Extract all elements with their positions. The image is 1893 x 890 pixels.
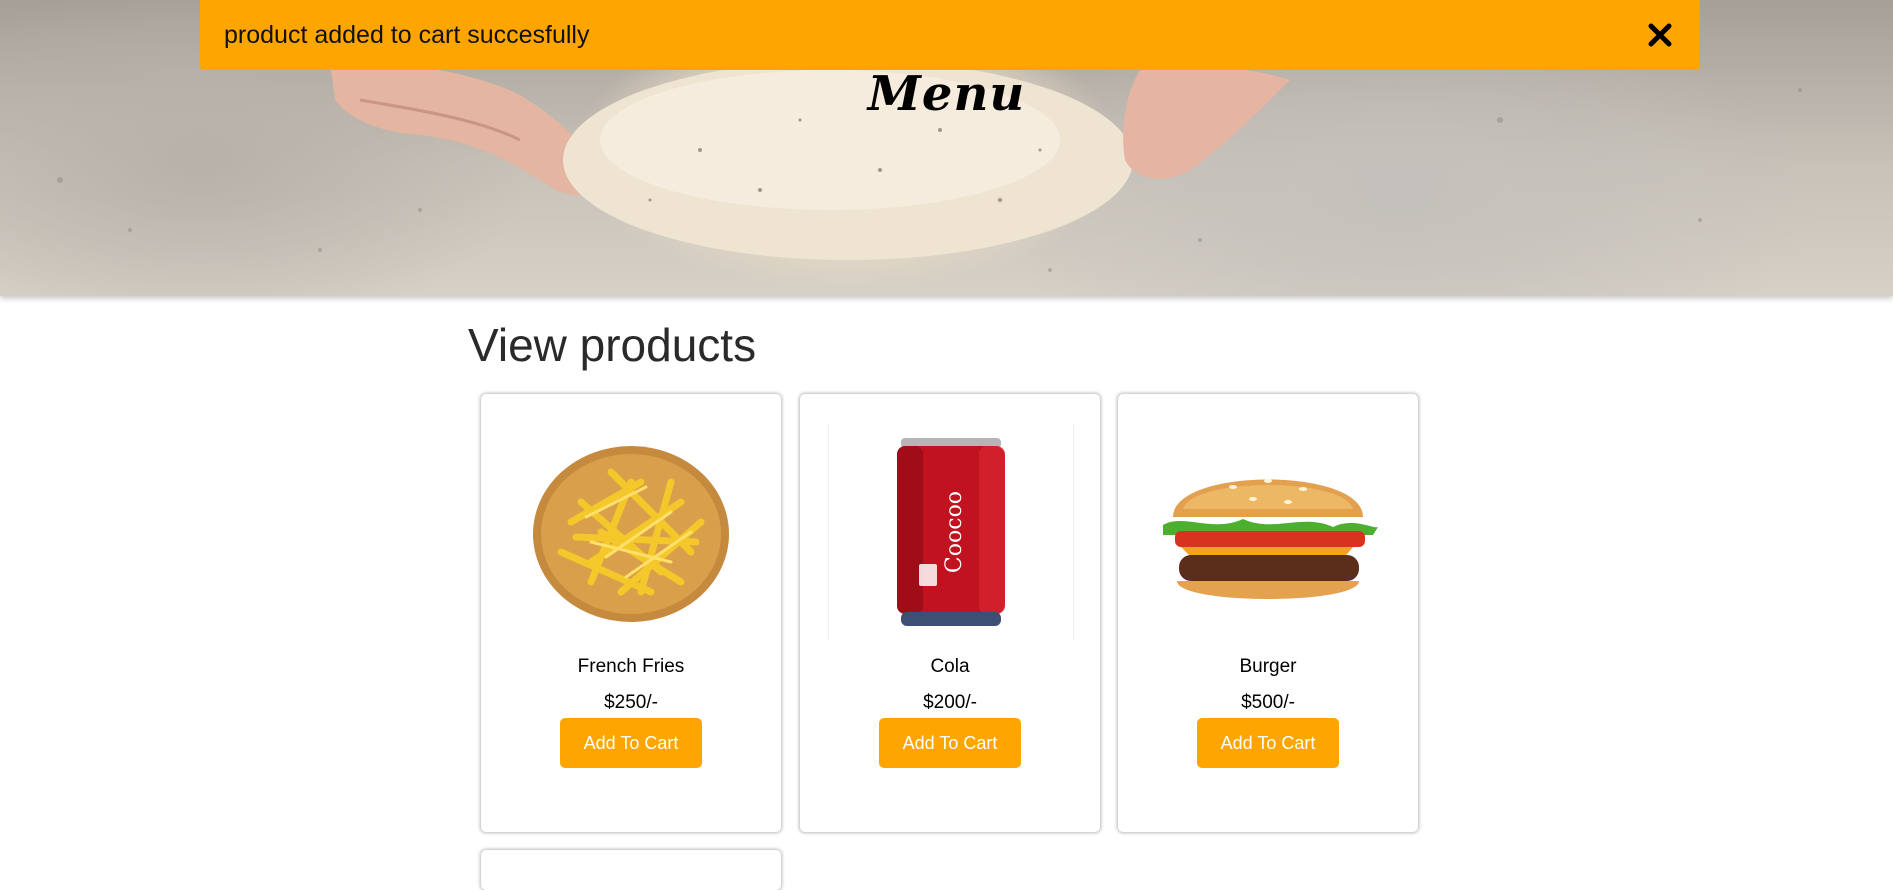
product-price: $200/- [923,692,977,713]
menu-title: Menu [867,66,1026,122]
close-icon[interactable] [1644,19,1676,51]
product-card: Coocoo Cola $200/- Add To Cart [800,394,1100,832]
product-name: Burger [1239,656,1297,677]
add-to-cart-button[interactable]: Add To Cart [1197,718,1339,768]
cola-can-image: Coocoo [828,424,1074,640]
product-price: $500/- [1241,692,1295,713]
add-to-cart-button[interactable]: Add To Cart [560,718,702,768]
product-price: $250/- [604,692,658,713]
product-card: French Fries $250/- Add To Cart [481,394,781,832]
product-card [481,850,781,890]
product-card: Burger $500/- Add To Cart [1118,394,1418,832]
product-name: Cola [930,656,970,677]
product-name: French Fries [577,656,685,677]
add-to-cart-button[interactable]: Add To Cart [879,718,1021,768]
can-text: Coocoo [942,491,967,573]
french-fries-image [509,424,753,640]
section-title: View products [468,319,757,371]
burger-image [1146,424,1390,640]
notification-message: product added to cart succesfully [224,20,590,49]
success-notification: product added to cart succesfully [200,0,1700,70]
